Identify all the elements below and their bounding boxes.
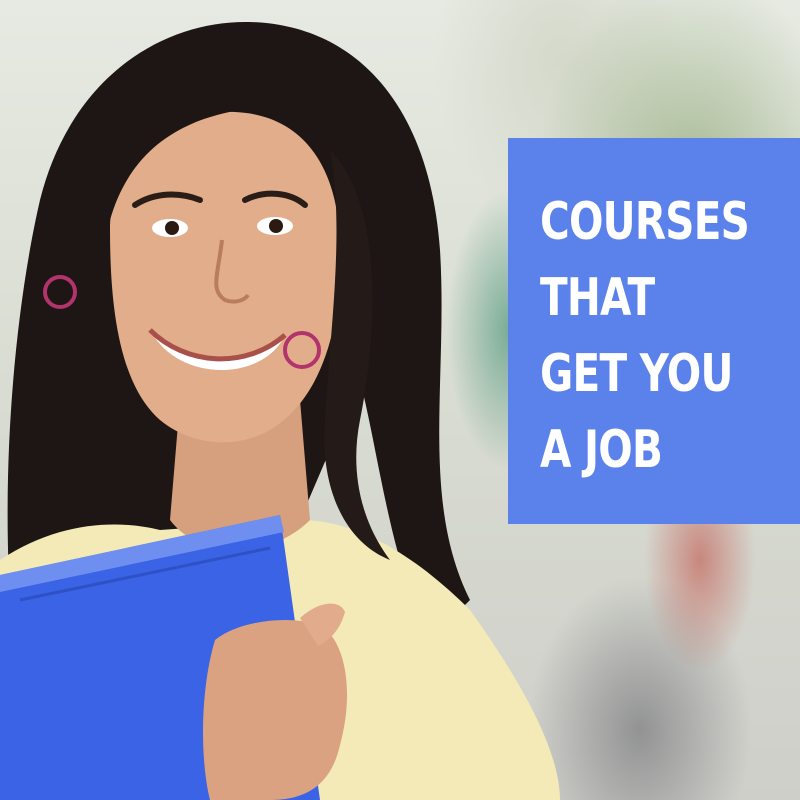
headline-line-4: A JOB	[540, 420, 663, 480]
headline-line-3: GET YOU	[540, 344, 733, 404]
headline-line-2: THAT	[540, 268, 655, 328]
promo-headline: COURSES THAT GET YOU A JOB	[540, 184, 750, 488]
ad-banner: COURSES THAT GET YOU A JOB	[0, 0, 800, 800]
promo-callout-box: COURSES THAT GET YOU A JOB	[508, 138, 800, 524]
headline-line-1: COURSES	[540, 192, 750, 252]
